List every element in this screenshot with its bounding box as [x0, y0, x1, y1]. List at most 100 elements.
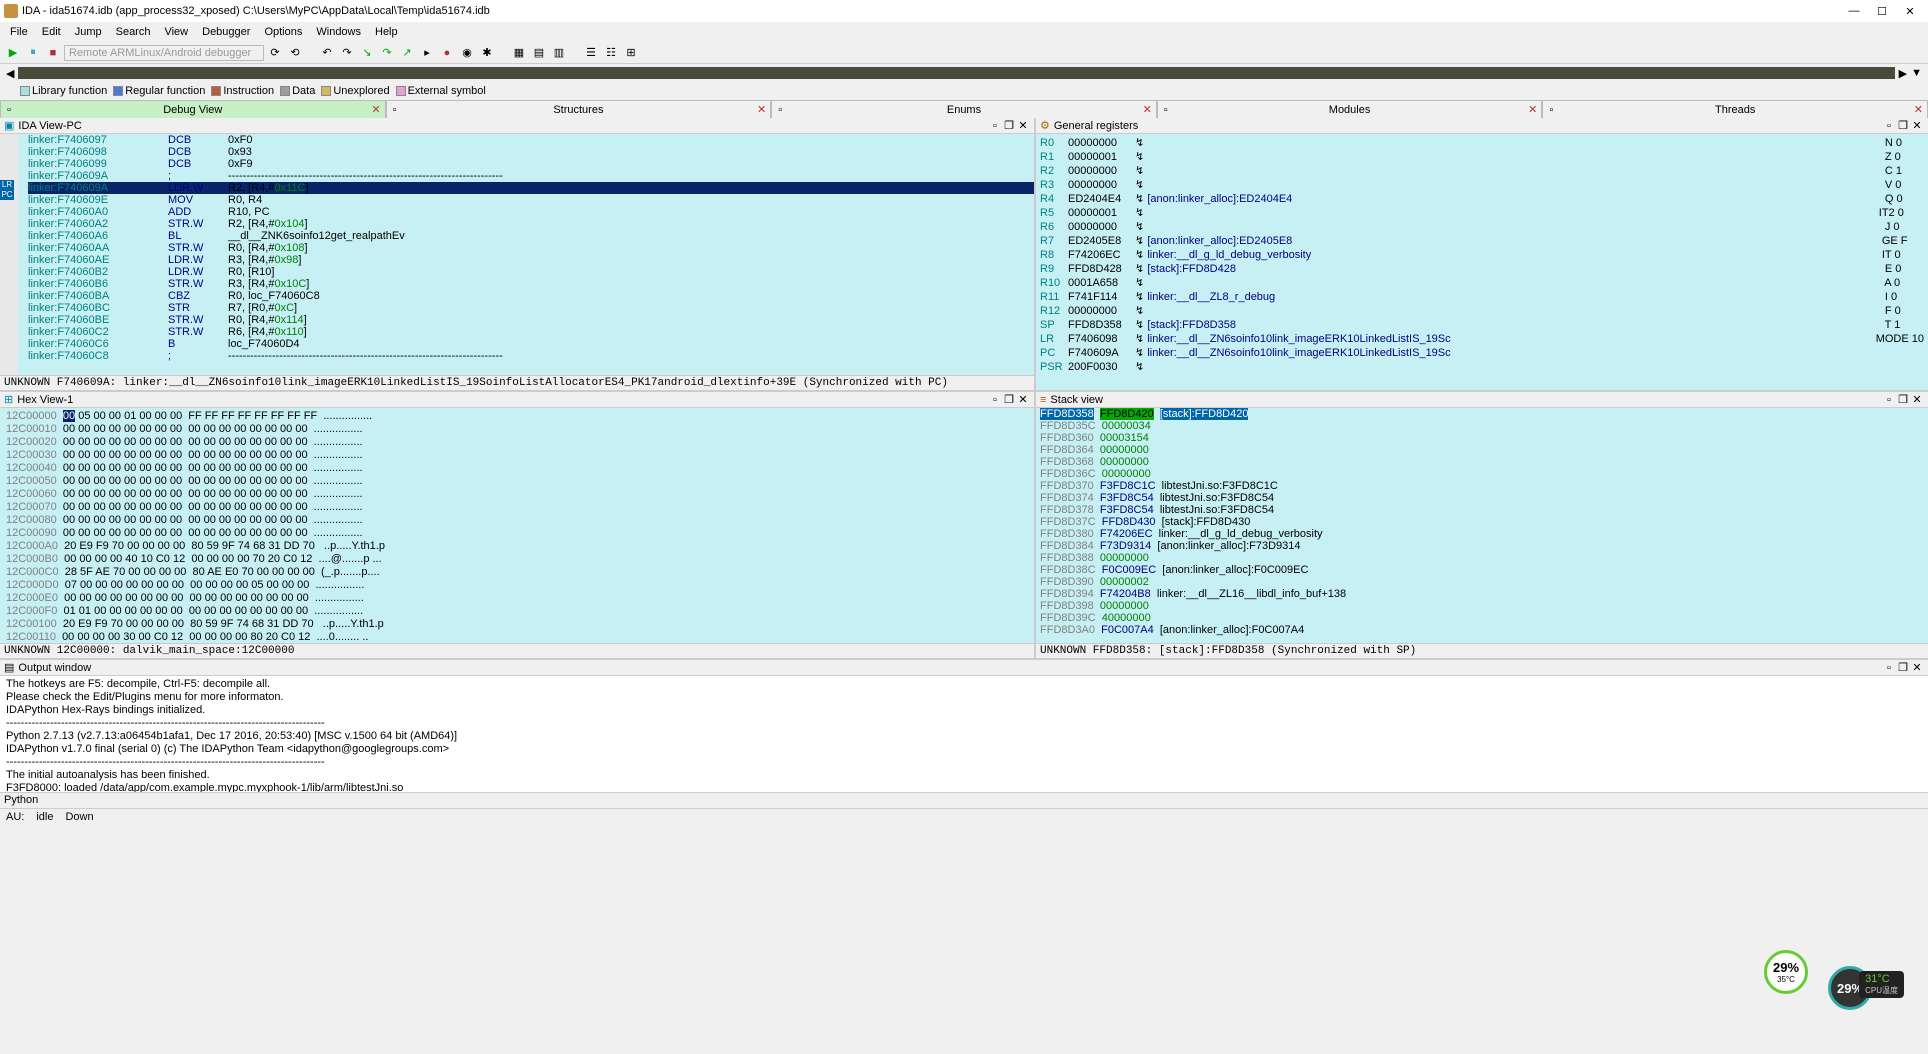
disasm-line[interactable]: linker:F74060A0 ADDR10, PC [28, 206, 1034, 218]
pane-dock-button[interactable]: ▫ [988, 394, 1002, 406]
disasm-line[interactable]: linker:F7406099 DCB0xF9 [28, 158, 1034, 170]
stack-row[interactable]: FFD8D35C 00000034 [1040, 420, 1924, 432]
disasm-line[interactable]: linker:F74060BE STR.WR0, [R4,#0x114] [28, 314, 1034, 326]
menu-help[interactable]: Help [369, 24, 404, 40]
hex1-icon[interactable]: ☰ [582, 44, 600, 62]
register-row[interactable]: R10 0001A658 ↯ [1040, 276, 1924, 290]
register-row[interactable]: R0 00000000 ↯ [1040, 136, 1924, 150]
menu-file[interactable]: File [4, 24, 34, 40]
menu-options[interactable]: Options [258, 24, 308, 40]
disassembly-view[interactable]: LR PC linker:F7406097 DCB0xF0linker:F740… [0, 134, 1034, 375]
window-minimize-button[interactable]: — [1840, 5, 1868, 17]
stack-row[interactable]: FFD8D39C 40000000 [1040, 612, 1924, 624]
stack-row[interactable]: FFD8D398 00000000 [1040, 600, 1924, 612]
disasm-line[interactable]: linker:F74060AA STR.WR0, [R4,#0x108] [28, 242, 1034, 254]
window-close-button[interactable]: ✕ [1896, 5, 1924, 18]
menu-view[interactable]: View [158, 24, 194, 40]
register-row[interactable]: SP FFD8D358 ↯ [stack]:FFD8D358 [1040, 318, 1924, 332]
disasm-line[interactable]: linker:F74060A6 BL__dl__ZNK6soinfo12get_… [28, 230, 1034, 242]
hex-row[interactable]: 12C000F0 01 01 00 00 00 00 00 00 00 00 0… [6, 605, 1028, 618]
stack-row[interactable]: FFD8D3A0 F0C007A4 [anon:linker_alloc]:F0… [1040, 624, 1924, 636]
tab-modules[interactable]: ▫Modules✕ [1157, 100, 1543, 118]
register-row[interactable]: PC F740609A ↯ linker:__dl__ZN6soinfo10li… [1040, 346, 1924, 360]
tab-close-icon[interactable]: ✕ [371, 103, 380, 116]
nav-right-icon[interactable]: ▶ [1899, 67, 1907, 80]
hex-row[interactable]: 12C00020 00 00 00 00 00 00 00 00 00 00 0… [6, 436, 1028, 449]
hex-row[interactable]: 12C00090 00 00 00 00 00 00 00 00 00 00 0… [6, 527, 1028, 540]
hex-row[interactable]: 12C000B0 00 00 00 00 40 10 C0 12 00 00 0… [6, 553, 1028, 566]
menu-edit[interactable]: Edit [36, 24, 67, 40]
disasm-line[interactable]: linker:F74060C2 STR.WR6, [R4,#0x110] [28, 326, 1034, 338]
hex3-icon[interactable]: ⊞ [622, 44, 640, 62]
register-row[interactable]: R8 F74206EC ↯ linker:__dl_g_ld_debug_ver… [1040, 248, 1924, 262]
tab-close-icon[interactable]: ✕ [757, 103, 766, 116]
stack-row[interactable]: FFD8D394 F74204B8 linker:__dl__ZL16__lib… [1040, 588, 1924, 600]
tab-close-icon[interactable]: ✕ [1143, 103, 1152, 116]
hex-row[interactable]: 12C00030 00 00 00 00 00 00 00 00 00 00 0… [6, 449, 1028, 462]
stack-row[interactable]: FFD8D390 00000002 [1040, 576, 1924, 588]
register-row[interactable]: R5 00000001 ↯ [1040, 206, 1924, 220]
register-row[interactable]: PSR 200F0030 ↯ [1040, 360, 1924, 374]
register-row[interactable]: R7 ED2405E8 ↯ [anon:linker_alloc]:ED2405… [1040, 234, 1924, 248]
disasm-line[interactable]: linker:F74060BC STRR7, [R0,#0xC] [28, 302, 1034, 314]
register-row[interactable]: R11 F741F114 ↯ linker:__dl__ZL8_r_debug [1040, 290, 1924, 304]
nav-dropdown-icon[interactable]: ▼ [1911, 67, 1922, 79]
pane-close-button[interactable]: ✕ [1016, 393, 1030, 406]
refresh2-icon[interactable]: ⟲ [286, 44, 304, 62]
register-row[interactable]: R1 00000001 ↯ [1040, 150, 1924, 164]
pane-restore-button[interactable]: ❐ [1002, 119, 1016, 132]
stack-row[interactable]: FFD8D360 00003154 [1040, 432, 1924, 444]
stack-row[interactable]: FFD8D36C 00000000 [1040, 468, 1924, 480]
stack-row[interactable]: FFD8D378 F3FD8C54 libtestJni.so:F3FD8C54 [1040, 504, 1924, 516]
register-row[interactable]: R4 ED2404E4 ↯ [anon:linker_alloc]:ED2404… [1040, 192, 1924, 206]
win3-icon[interactable]: ▥ [550, 44, 568, 62]
python-input[interactable]: Python [0, 792, 1928, 808]
register-row[interactable]: R9 FFD8D428 ↯ [stack]:FFD8D428 [1040, 262, 1924, 276]
bp-icon[interactable]: ● [438, 44, 456, 62]
tab-enums[interactable]: ▫Enums✕ [771, 100, 1157, 118]
hex-row[interactable]: 12C000C0 28 5F AE 70 00 00 00 00 80 AE E… [6, 566, 1028, 579]
win1-icon[interactable]: ▦ [510, 44, 528, 62]
pane-close-button[interactable]: ✕ [1910, 661, 1924, 674]
tab-structures[interactable]: ▫Structures✕ [386, 100, 772, 118]
hex-row[interactable]: 12C00000 00 05 00 00 01 00 00 00 FF FF F… [6, 410, 1028, 423]
step-into-icon[interactable]: ↘ [358, 44, 376, 62]
hex-row[interactable]: 12C000A0 20 E9 F9 70 00 00 00 00 80 59 9… [6, 540, 1028, 553]
stack-row[interactable]: FFD8D370 F3FD8C1C libtestJni.so:F3FD8C1C [1040, 480, 1924, 492]
hex-view[interactable]: 12C00000 00 05 00 00 01 00 00 00 FF FF F… [0, 408, 1034, 643]
cputemp-widget[interactable]: 31°CCPU温度 [1859, 971, 1904, 998]
tab-threads[interactable]: ▫Threads✕ [1542, 100, 1928, 118]
hex-row[interactable]: 12C000D0 07 00 00 00 00 00 00 00 00 00 0… [6, 579, 1028, 592]
hex-row[interactable]: 12C00110 00 00 00 00 30 00 C0 12 00 00 0… [6, 631, 1028, 643]
forward-icon[interactable]: ↷ [338, 44, 356, 62]
register-row[interactable]: R2 00000000 ↯ [1040, 164, 1924, 178]
disasm-line[interactable]: linker:F740609A LDR.WR2, [R4,#0x11C] [28, 182, 1034, 194]
tab-debug-view[interactable]: ▫Debug View✕ [0, 100, 386, 118]
menu-search[interactable]: Search [110, 24, 157, 40]
output-text[interactable]: The hotkeys are F5: decompile, Ctrl-F5: … [0, 676, 1928, 792]
refresh-icon[interactable]: ⟳ [266, 44, 284, 62]
trace-icon[interactable]: ✱ [478, 44, 496, 62]
menu-jump[interactable]: Jump [69, 24, 108, 40]
tab-close-icon[interactable]: ✕ [1528, 103, 1537, 116]
register-row[interactable]: R3 00000000 ↯ [1040, 178, 1924, 192]
stack-view[interactable]: FFD8D358 FFD8D420 [stack]:FFD8D420FFD8D3… [1036, 408, 1928, 643]
pane-restore-button[interactable]: ❐ [1896, 393, 1910, 406]
nav-left-icon[interactable]: ◀ [6, 67, 14, 80]
debugger-selector[interactable]: Remote ARMLinux/Android debugger [64, 45, 264, 61]
pane-dock-button[interactable]: ▫ [1882, 394, 1896, 406]
run-button[interactable]: ▶ [4, 44, 22, 62]
register-row[interactable]: LR F7406098 ↯ linker:__dl__ZN6soinfo10li… [1040, 332, 1924, 346]
ram-widget[interactable]: 29%35°C [1764, 950, 1808, 994]
pane-restore-button[interactable]: ❐ [1896, 661, 1910, 674]
hex-row[interactable]: 12C00010 00 00 00 00 00 00 00 00 00 00 0… [6, 423, 1028, 436]
pane-dock-button[interactable]: ▫ [988, 120, 1002, 132]
disasm-line[interactable]: linker:F74060B6 STR.WR3, [R4,#0x10C] [28, 278, 1034, 290]
hex-row[interactable]: 12C00100 20 E9 F9 70 00 00 00 00 80 59 9… [6, 618, 1028, 631]
hex-row[interactable]: 12C00070 00 00 00 00 00 00 00 00 00 00 0… [6, 501, 1028, 514]
disasm-line[interactable]: linker:F74060C8 ;-----------------------… [28, 350, 1034, 362]
stack-row[interactable]: FFD8D384 F73D9314 [anon:linker_alloc]:F7… [1040, 540, 1924, 552]
hex-row[interactable]: 12C000E0 00 00 00 00 00 00 00 00 00 00 0… [6, 592, 1028, 605]
step-out-icon[interactable]: ↗ [398, 44, 416, 62]
disasm-line[interactable]: linker:F74060B2 LDR.WR0, [R10] [28, 266, 1034, 278]
